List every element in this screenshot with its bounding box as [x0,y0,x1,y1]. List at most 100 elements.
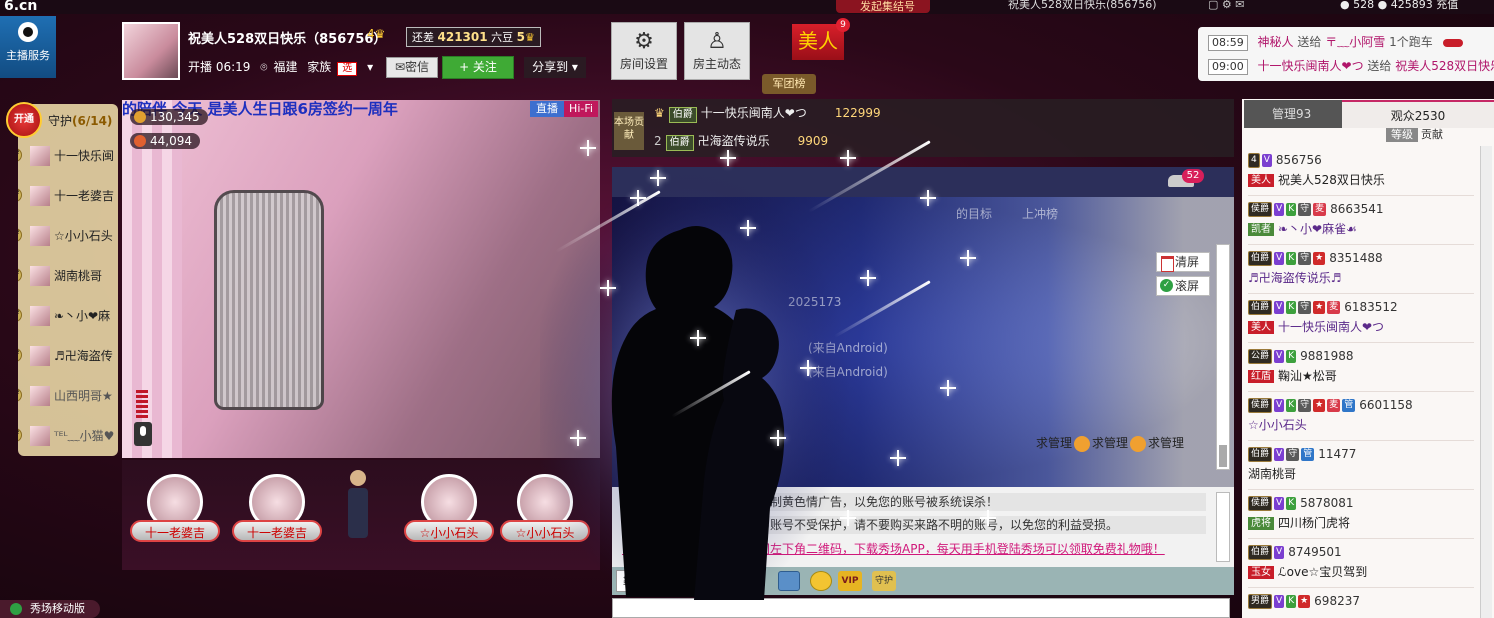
audience-row[interactable]: 伯爵 V 守管 11477 湖南桃哥 [1248,442,1474,490]
share-button[interactable]: 分享到 ▾ [524,57,586,78]
audience-badges: 4 V 856756 [1248,152,1322,168]
gift-feed-row: 09:00 十一快乐闽南人❤つ 送给 祝美人528双日快乐 [1208,57,1494,75]
tab-admin[interactable]: 管理93 [1244,100,1342,128]
system-message-link[interactable]: 系统消息:【秀场】扫描房间左下角二维码，下载秀场APP，每天用手机登陆秀场可以领… [622,540,1206,558]
system-scrollbar[interactable] [1216,492,1230,562]
sort-by-level-button[interactable]: 等级 [1386,128,1418,142]
guard-item[interactable]: 守 ☆小小石头 [18,222,118,250]
audience-row[interactable]: 侯爵 V K 5878081 虎将 四川杨门虎将 [1248,491,1474,539]
guard-name: 十一快乐闽 [54,149,115,163]
top-coins: ● 528 ● 425893 充值 [1340,0,1458,10]
seat[interactable]: 十一老婆吉 [232,474,322,554]
follow-button[interactable]: + 关注 [442,56,514,79]
feed-target[interactable]: 祝美人528双日快乐 [1395,59,1494,73]
tab-audience[interactable]: 观众2530 [1342,100,1494,128]
audience-nick: ♬卍海盗传说乐♬ [1248,270,1342,286]
anchor-service-button[interactable]: 主播服务 [0,16,56,78]
person-icon: ♙ [707,29,727,54]
guard-item[interactable]: 守 十一老婆吉 [18,182,118,210]
audience-nick: 凯者 ❧丶小❤麻雀☙ [1248,221,1357,237]
private-chat-checkbox[interactable]: 悄悄 [728,572,766,590]
level-gap-box: 还差 421301 六豆 5♛ [406,27,541,47]
host-avatar[interactable] [122,22,180,80]
system-prefix: 系统消息: [622,495,675,509]
guard-item[interactable]: 守 ♬卍海盗传 [18,342,118,370]
audience-row[interactable]: 伯爵 V K 守 ★ 麦 6183512 美人 十一快乐闽南人❤つ [1248,295,1474,343]
open-guard-button[interactable]: 开通 [6,102,42,138]
system-text: 【秀场】私下交易账号不受保护，请不要购买来路不明的账号，以免您的利益受损。 [674,518,1119,532]
audience-row[interactable]: 侯爵 V K 守 ★ 麦管 6601158 ☆小小石头 [1248,393,1474,441]
level-gap-unit: 六豆 [491,31,514,44]
sort-by-contribution-button[interactable]: 贡献 [1418,128,1443,142]
vip-emoji-button[interactable]: VIP [838,571,862,591]
room-settings-button[interactable]: ⚙ 房间设置 [611,22,677,80]
video-stream[interactable] [122,100,600,458]
guard-item[interactable]: 守 ❧丶小❤麻 [18,302,118,330]
mobile-version-button[interactable]: 秀场移动版 [0,600,100,618]
top-settings-icons[interactable]: ▢ ⚙ ✉ [1208,0,1244,10]
recharge-link[interactable]: 充值 [1436,0,1458,11]
system-text[interactable]: 【秀场】扫描房间左下角二维码，下载秀场APP，每天用手机登陆秀场可以领取免费礼物… [674,542,1165,556]
top-user-display[interactable]: 祝美人528双日快乐(856756) [1008,0,1157,10]
rank-number-icon: 2 [654,134,662,148]
guard-item[interactable]: 守 ᵀᴱᴸ﹏小猫♥ [18,422,118,450]
hifi-badge[interactable]: Hi-Fi [564,101,598,117]
feed-target[interactable]: 〒﹏小阿雪 [1325,35,1385,49]
private-message-button[interactable]: ✉密信 [386,57,438,78]
image-icon[interactable] [778,571,800,591]
feed-user[interactable]: 神秘人 [1258,35,1294,49]
user-list-scrollbar[interactable] [1480,146,1492,618]
chat-target-user[interactable]: 鞠汕★松哥 × [616,570,720,592]
audience-row[interactable]: 侯爵 V K 守麦 8663541 凯者 ❧丶小❤麻雀☙ [1248,197,1474,245]
close-icon[interactable]: × [705,571,715,593]
scrollbar-thumb[interactable] [1219,445,1227,467]
rank-row[interactable]: 2 伯爵 卍海盗传说乐 9909 [654,130,828,152]
audience-badge: V [1274,252,1285,265]
beauty-badge[interactable]: 美人 [792,24,844,60]
seat[interactable]: ☆小小石头 [404,474,494,554]
audience-id: 9881988 [1300,349,1354,363]
auto-scroll-button[interactable]: 滚屏 [1156,276,1210,296]
seat[interactable]: 十一老婆吉 [130,474,220,554]
family-tag[interactable]: 选 [337,62,358,76]
system-message: 系统消息:【秀场】私下交易账号不受保护，请不要购买来路不明的账号，以免您的利益受… [622,516,1206,534]
rank-row[interactable]: ♛ 伯爵 十一快乐闽南人❤つ 122999 [654,102,881,124]
guard-item[interactable]: 守 湖南桃哥 [18,262,118,290]
manage-text: 求管理 [1092,436,1129,450]
audience-row[interactable]: 伯爵 V 8749501 玉女 ℒove☆宝贝驾到 [1248,540,1474,588]
audience-row[interactable]: 男爵 V K ★ 698237 [1248,589,1474,618]
emoji-icon[interactable] [810,571,832,591]
guard-item[interactable]: 守 山西明哥★ [18,382,118,410]
chat-tabs [612,167,1234,197]
chevron-down-icon: ▾ [571,60,578,74]
festival-banner[interactable]: 发起集结号 [836,0,930,13]
audience-id: 698237 [1314,594,1360,608]
guard-shield-icon: 守 [18,348,22,362]
audience-badge: V [1261,154,1272,167]
army-rank-button[interactable]: 军团榜 [762,74,816,94]
volume-bar[interactable] [136,390,148,418]
feed-user[interactable]: 十一快乐闽南人❤つ [1258,59,1364,73]
audience-row[interactable]: 伯爵 V K 守 ★ 8351488 ♬卍海盗传说乐♬ [1248,246,1474,294]
chat-scrollbar[interactable] [1216,244,1230,470]
chevron-down-icon[interactable]: ▾ [367,60,373,74]
wealth-count: 130,345 [150,110,200,124]
checkbox-box[interactable] [728,576,739,587]
guard-shield-icon: 守 [18,188,22,202]
guard-name: ☆小小石头 [54,229,113,243]
guard-emoji-button[interactable]: 守护 [872,571,896,591]
microphone-icon[interactable] [134,422,152,446]
guard-item[interactable]: 守 十一快乐闽 [18,142,118,170]
audience-row[interactable]: 4 V 856756 美人 祝美人528双日快乐 [1248,148,1474,196]
feed-action: 送给 [1297,35,1322,49]
system-messages: 系统消息:【秀场】请不要复制黄色情广告，以免您的账号被系统误杀！ 系统消息:【秀… [612,487,1234,567]
clear-screen-button[interactable]: 清屏 [1156,252,1210,272]
seat[interactable]: ☆小小石头 [500,474,590,554]
audience-badge: V [1274,546,1285,559]
site-logo[interactable]: 6.cn [4,0,37,13]
host-dynamics-button[interactable]: ♙ 房主动态 [684,22,750,80]
audience-row[interactable]: 公爵 V K 9881988 红盾 鞠汕★松哥 [1248,344,1474,392]
feed-time: 08:59 [1208,35,1248,51]
chat-message-input[interactable] [612,598,1230,618]
audience-badge: 麦 [1327,301,1341,314]
